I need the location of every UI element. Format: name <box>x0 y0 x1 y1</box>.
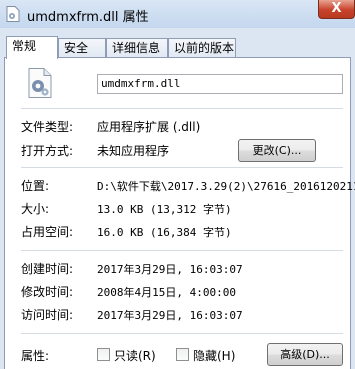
size-value: 13.0 KB (13,312 字节) <box>97 203 232 216</box>
dll-file-icon <box>6 6 20 22</box>
file-type-label: 文件类型: <box>21 120 74 134</box>
filename-field[interactable]: umdmxfrm.dll <box>97 74 343 94</box>
tab-security[interactable]: 安全 <box>58 38 106 58</box>
opens-with-value: 未知应用程序 <box>97 144 170 158</box>
location-value: D:\软件下载\2017.3.29(2)\27616_2016120211 <box>97 180 355 193</box>
accessed-value: 2017年3月29日, 16:03:07 <box>97 309 243 322</box>
hidden-checkbox[interactable] <box>176 348 189 361</box>
separator <box>21 167 343 168</box>
close-button[interactable]: X <box>318 0 355 19</box>
readonly-checkbox[interactable] <box>97 348 110 361</box>
size-on-disk-value: 16.0 KB (16,384 字节) <box>97 226 232 239</box>
size-on-disk-label: 占用空间: <box>21 225 74 239</box>
window-title: umdmxfrm.dll 属性 <box>27 10 149 25</box>
attributes-label: 属性: <box>21 349 50 363</box>
title-bar: umdmxfrm.dll 属性 X <box>0 0 355 28</box>
modified-label: 修改时间: <box>21 285 74 299</box>
separator <box>21 333 343 334</box>
tab-general[interactable]: 常规 <box>6 36 58 59</box>
file-type-value: 应用程序扩展 (.dll) <box>97 120 201 134</box>
separator <box>21 108 343 109</box>
created-value: 2017年3月29日, 16:03:07 <box>97 263 243 276</box>
accessed-label: 访问时间: <box>21 308 74 322</box>
separator <box>21 250 343 251</box>
modified-value: 2008年4月15日, 4:00:00 <box>97 286 236 299</box>
opens-with-label: 打开方式: <box>21 144 74 158</box>
dll-gear-file-icon <box>28 68 52 101</box>
tab-strip: 常规 安全 详细信息 以前的版本 <box>0 36 355 59</box>
size-label: 大小: <box>21 202 50 216</box>
location-label: 位置: <box>21 179 50 193</box>
tab-details[interactable]: 详细信息 <box>106 38 168 58</box>
readonly-label[interactable]: 只读(R) <box>114 347 156 364</box>
tab-previous-versions[interactable]: 以前的版本 <box>168 38 236 58</box>
change-button[interactable]: 更改(C)... <box>238 139 316 162</box>
created-label: 创建时间: <box>21 262 74 276</box>
advanced-button[interactable]: 高级(D)... <box>267 343 343 366</box>
hidden-label[interactable]: 隐藏(H) <box>193 347 235 364</box>
